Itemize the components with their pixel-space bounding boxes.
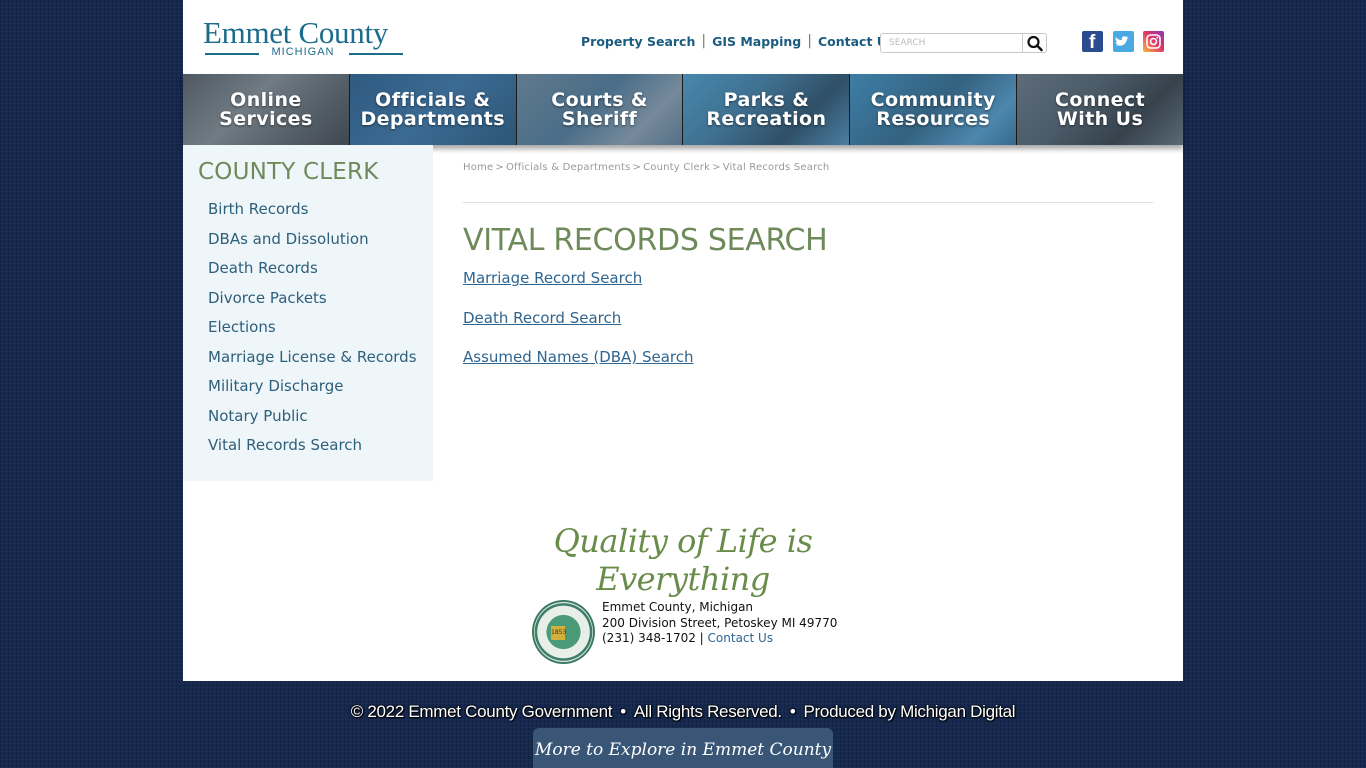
sidebar-item-notary-public[interactable]: Notary Public xyxy=(208,407,417,437)
footer-address: Emmet County, Michigan 200 Division Stre… xyxy=(602,600,837,647)
twitter-bird-icon xyxy=(1115,36,1129,46)
sidebar-item-divorce-packets[interactable]: Divorce Packets xyxy=(208,289,417,319)
more-to-explore-button[interactable]: More to Explore in Emmet County xyxy=(533,728,833,768)
sidebar-item-birth-records[interactable]: Birth Records xyxy=(208,200,417,230)
breadcrumb-officials[interactable]: Officials & Departments xyxy=(506,162,631,173)
address-line2: 200 Division Street, Petoskey MI 49770 xyxy=(602,615,838,630)
nav-parks-recreation[interactable]: Parks & Recreation xyxy=(683,74,851,145)
search-icon xyxy=(1027,35,1043,52)
breadcrumb-separator: > xyxy=(712,162,721,173)
nav-online-services[interactable]: Online Services xyxy=(183,74,350,145)
death-record-search-link[interactable]: Death Record Search xyxy=(463,309,621,327)
nav-connect-with-us[interactable]: Connect With Us xyxy=(1017,74,1183,145)
search-button[interactable] xyxy=(1022,34,1046,52)
utility-links: Property Search | GIS Mapping | Contact … xyxy=(581,33,894,49)
sidebar-item-elections[interactable]: Elections xyxy=(208,318,417,348)
sidebar-item-vital-records-search[interactable]: Vital Records Search xyxy=(208,436,417,466)
facebook-icon[interactable]: f xyxy=(1082,31,1103,53)
breadcrumb-separator: > xyxy=(495,162,504,173)
page-container: Emmet County MICHIGAN Property Search | … xyxy=(183,0,1183,681)
footer-contact-link[interactable]: Contact Us xyxy=(708,631,774,645)
nav-officials-departments[interactable]: Officials & Departments xyxy=(349,74,517,145)
footer-tagline: Quality of Life is Everything xyxy=(553,522,813,598)
breadcrumb-home[interactable]: Home xyxy=(463,162,493,173)
copyright-text: © 2022 Emmet County Government xyxy=(350,702,613,721)
nav-label-line2: With Us xyxy=(1056,107,1144,130)
gis-mapping-link[interactable]: GIS Mapping xyxy=(712,34,801,49)
page-title: VITAL RECORDS SEARCH xyxy=(463,223,828,258)
property-search-link[interactable]: Property Search xyxy=(581,34,695,49)
divider: | xyxy=(701,33,707,49)
marriage-record-search-link[interactable]: Marriage Record Search xyxy=(463,269,642,287)
address-line1: Emmet County, Michigan xyxy=(602,600,754,614)
county-seal-icon: 1853 xyxy=(532,600,595,664)
breadcrumb-current: Vital Records Search xyxy=(722,162,830,173)
logo-subtitle: MICHIGAN xyxy=(271,46,335,58)
main-nav: Online Services Officials & Departments Co… xyxy=(183,74,1183,145)
sidebar-item-marriage-license[interactable]: Marriage License & Records xyxy=(208,348,417,378)
nav-label-line2: Recreation xyxy=(706,107,827,130)
separator-dot: • xyxy=(789,702,796,721)
logo-rule-right xyxy=(349,53,403,55)
breadcrumb-county-clerk[interactable]: County Clerk xyxy=(643,162,710,173)
nav-label-line2: Services xyxy=(219,107,313,130)
sidebar-title: COUNTY CLERK xyxy=(198,159,379,185)
phone-number: (231) 348-1702 | xyxy=(602,631,704,645)
sidebar: COUNTY CLERK Birth Records DBAs and Diss… xyxy=(183,145,433,481)
nav-label-line2: Departments xyxy=(360,107,506,130)
instagram-camera-icon xyxy=(1146,34,1161,49)
nav-label-line2: Resources xyxy=(876,107,991,130)
emmet-county-logo[interactable]: Emmet County MICHIGAN xyxy=(203,15,405,60)
separator-dot: • xyxy=(620,702,626,721)
copyright-bar: © 2022 Emmet County Government • All Right… xyxy=(0,702,1366,722)
assumed-names-search-link[interactable]: Assumed Names (DBA) Search xyxy=(463,348,693,366)
logo-title: Emmet County xyxy=(203,15,388,50)
nav-label-line2: Sheriff xyxy=(561,107,638,130)
producer-link[interactable]: Produced by Michigan Digital xyxy=(804,702,1016,721)
breadcrumb-separator: > xyxy=(632,162,642,173)
instagram-icon[interactable] xyxy=(1143,31,1164,52)
twitter-icon[interactable] xyxy=(1113,31,1134,52)
seal-year: 1853 xyxy=(551,626,566,640)
divider xyxy=(463,202,1153,203)
sidebar-menu: Birth Records DBAs and Dissolution Death… xyxy=(208,200,417,466)
nav-community-resources[interactable]: Community Resources xyxy=(850,74,1018,145)
sidebar-item-dbas-dissolution[interactable]: DBAs and Dissolution xyxy=(208,230,417,260)
facebook-glyph: f xyxy=(1089,32,1096,53)
divider: | xyxy=(807,33,812,49)
search-box xyxy=(880,33,1047,53)
breadcrumb: Home > Officials & Departments > County Cler… xyxy=(463,162,829,173)
rights-text: All Rights Reserved. xyxy=(633,702,782,721)
sidebar-item-death-records[interactable]: Death Records xyxy=(208,259,417,289)
nav-courts-sheriff[interactable]: Courts & Sheriff xyxy=(516,74,684,145)
search-input[interactable] xyxy=(881,34,1023,52)
sidebar-item-military-discharge[interactable]: Military Discharge xyxy=(208,377,417,407)
